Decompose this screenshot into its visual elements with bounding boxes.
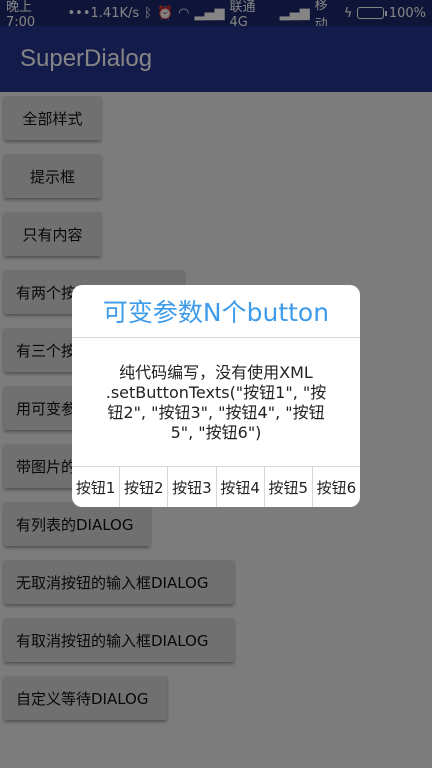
dialog-message: 纯代码编写，没有使用XML .setButtonTexts("按钮1", "按钮… (105, 363, 327, 442)
dialog-button-1[interactable]: 按钮1 (72, 467, 121, 507)
dialog-button-4[interactable]: 按钮4 (217, 467, 265, 507)
dialog-button-3[interactable]: 按钮3 (168, 467, 217, 507)
dialog-button-2[interactable]: 按钮2 (120, 467, 169, 507)
dialog-button-5[interactable]: 按钮5 (265, 467, 313, 507)
dialog: 可变参数N个button 纯代码编写，没有使用XML .setButtonTex… (72, 285, 360, 507)
dialog-button-6[interactable]: 按钮6 (313, 467, 360, 507)
dialog-title: 可变参数N个button (72, 285, 360, 338)
dialog-button-bar: 按钮1 按钮2 按钮3 按钮4 按钮5 按钮6 (72, 466, 360, 507)
